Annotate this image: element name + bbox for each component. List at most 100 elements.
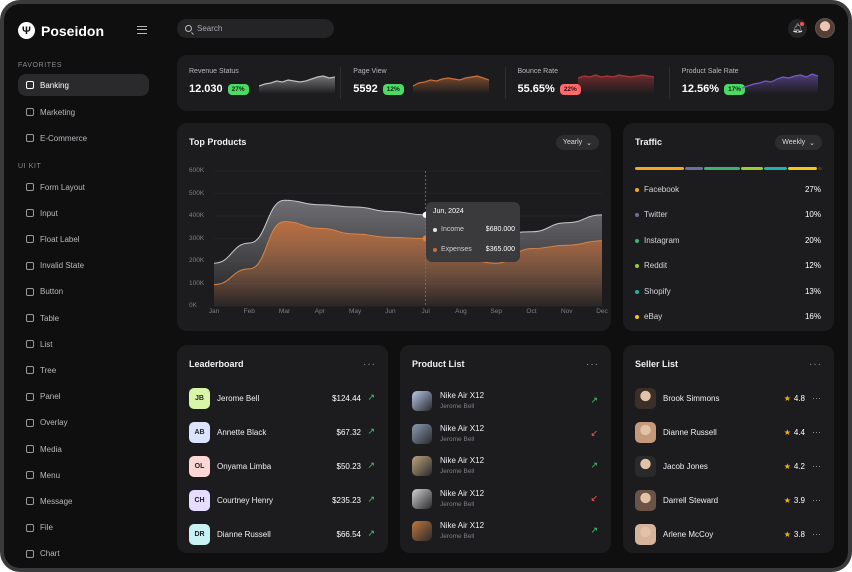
sidebar-item-list[interactable]: List	[18, 333, 149, 355]
sidebar-item-button[interactable]: Button	[18, 281, 149, 303]
sidebar-item-media[interactable]: Media	[18, 438, 149, 460]
seller-row[interactable]: Dianne Russell ★ 4.4 ···	[635, 422, 821, 444]
stat-label: Bounce Rate	[517, 68, 558, 75]
sidebar-item-table[interactable]: Table	[18, 307, 149, 329]
search-placeholder: Search	[197, 24, 223, 33]
y-tick-label: 200K	[189, 257, 205, 264]
leader-name: Annette Black	[217, 428, 267, 437]
sidebar-item-marketing[interactable]: Marketing	[18, 101, 149, 123]
sidebar-item-input[interactable]: Input	[18, 202, 149, 224]
stat-label: Page View	[353, 68, 387, 75]
traffic-percent: 13%	[804, 286, 821, 296]
traffic-progress-bar	[635, 167, 822, 170]
more-icon[interactable]: ···	[812, 427, 821, 437]
x-tick-label: Oct	[526, 308, 537, 315]
x-tick-label: Jun	[385, 308, 396, 315]
sidebar-item-label: Invalid State	[40, 261, 85, 271]
sidebar-item-form-layout[interactable]: Form Layout	[18, 176, 149, 198]
product-seller: Jerome Bell	[440, 435, 475, 443]
sidebar-item-ecommerce[interactable]: E-Commerce	[18, 127, 149, 149]
stat-bounce-rate: Bounce Rate 55.65% 22%	[506, 55, 670, 111]
product-thumbnail	[412, 456, 432, 476]
leaderboard-row[interactable]: OL Onyama Limba $50.23 ↗	[189, 456, 375, 478]
sidebar-item-message[interactable]: Message	[18, 490, 149, 512]
sidebar-item-float-label[interactable]: Float Label	[18, 228, 149, 250]
product-row[interactable]: Nike Air X12 Jerome Bell ↗	[412, 456, 598, 478]
x-tick-label: Sep	[490, 308, 502, 315]
more-icon[interactable]: ···	[812, 393, 821, 403]
notification-button[interactable]: 🔔︎	[788, 19, 807, 38]
sidebar-item-label: Banking	[40, 80, 69, 90]
stat-divider	[504, 67, 506, 99]
product-row[interactable]: Nike Air X12 Jerome Bell ↗	[412, 391, 598, 413]
area-chart	[213, 170, 603, 307]
initials-avatar: AB	[189, 422, 210, 443]
product-row[interactable]: Nike Air X12 Jerome Bell ↙	[412, 423, 598, 446]
traffic-percent: 20%	[804, 235, 821, 245]
seller-list-card: Seller List ··· Brook Simmons ★ 4.8 ··· Dian…	[623, 345, 834, 553]
sidebar-item-menu[interactable]: Menu	[18, 464, 149, 486]
more-icon[interactable]: ···	[812, 495, 821, 505]
product-row[interactable]: Nike Air X12 Jerome Bell ↗	[412, 521, 598, 543]
more-icon[interactable]: ···	[809, 359, 822, 370]
traffic-period-select[interactable]: Weekly ⌄	[775, 135, 822, 150]
traffic-dot	[635, 213, 639, 218]
product-thumbnail	[412, 488, 432, 509]
sidebar-item-panel[interactable]: Panel	[18, 386, 149, 408]
traffic-bar-segment	[684, 167, 703, 170]
product-seller: Jerome Bell	[440, 468, 475, 475]
traffic-item-ebay: eBay 16%	[635, 312, 821, 324]
seller-row[interactable]: Darrell Steward ★ 3.9 ···	[635, 490, 821, 512]
component-icon	[26, 366, 34, 375]
user-avatar[interactable]	[815, 18, 835, 38]
sidebar-item-overlay[interactable]: Overlay	[18, 412, 149, 434]
star-icon: ★	[783, 462, 791, 471]
seller-row[interactable]: Brook Simmons ★ 4.8 ···	[635, 388, 821, 410]
grid-icon	[26, 108, 34, 116]
menu-toggle-icon[interactable]	[137, 26, 147, 34]
sidebar-item-label: Input	[40, 208, 58, 218]
sidebar-item-file[interactable]: File	[18, 517, 149, 539]
trend-up-icon: ↗	[367, 494, 375, 504]
traffic-item-shopify: Shopify 13%	[635, 287, 821, 299]
sidebar-item-banking[interactable]: Banking	[18, 74, 149, 96]
leader-amount: $67.32	[336, 428, 361, 437]
more-icon[interactable]: ···	[586, 359, 599, 370]
traffic-item-facebook: Facebook 27%	[635, 185, 821, 197]
search-input[interactable]: Search	[177, 19, 334, 38]
product-row[interactable]: Nike Air X12 Jerome Bell ↙	[412, 488, 598, 511]
traffic-label: Twitter	[644, 210, 668, 220]
leader-amount: $235.23	[332, 496, 361, 505]
component-icon	[26, 445, 34, 453]
rating-value: 4.2	[793, 462, 805, 471]
more-icon[interactable]: ···	[812, 529, 821, 539]
seller-avatar	[635, 388, 656, 409]
leaderboard-row[interactable]: JB Jerome Bell $124.44 ↗	[189, 388, 375, 410]
sidebar-item-chart[interactable]: Chart	[18, 543, 149, 565]
seller-row[interactable]: Arlene McCoy ★ 3.8 ···	[635, 524, 821, 546]
trend-up-icon: ↗	[367, 426, 375, 436]
traffic-dot	[635, 315, 639, 319]
notification-dot	[800, 22, 804, 26]
leaderboard-row[interactable]: DR Dianne Russell $66.54 ↗	[189, 524, 375, 546]
leaderboard-row[interactable]: CH Courtney Henry $235.23 ↗	[189, 490, 375, 512]
sidebar-item-tree[interactable]: Tree	[18, 359, 149, 381]
traffic-label: Instagram	[644, 235, 680, 245]
product-seller: Jerome Bell	[440, 403, 475, 410]
traffic-label: Reddit	[644, 261, 668, 271]
more-icon[interactable]: ···	[812, 461, 821, 471]
logo[interactable]: Ψ Poseidon	[18, 22, 104, 39]
component-icon	[26, 261, 34, 270]
seller-rating: ★ 4.2	[784, 462, 805, 471]
traffic-percent: 16%	[804, 312, 821, 321]
more-icon[interactable]: ···	[363, 359, 376, 370]
rating-value: 3.8	[793, 530, 805, 539]
sidebar-item-invalid-state[interactable]: Invalid State	[18, 255, 149, 277]
leaderboard-row[interactable]: AB Annette Black $67.32 ↗	[189, 422, 375, 444]
favorites-label: FAVORITES	[18, 62, 63, 69]
device-frame: Ψ Poseidon FAVORITES Banking Marketing E…	[0, 0, 852, 572]
trend-up-icon: ↗	[590, 395, 598, 405]
seller-row[interactable]: Jacob Jones ★ 4.2 ···	[635, 456, 821, 478]
sparkline-area	[259, 76, 335, 94]
sidebar-item-label: List	[40, 339, 53, 349]
